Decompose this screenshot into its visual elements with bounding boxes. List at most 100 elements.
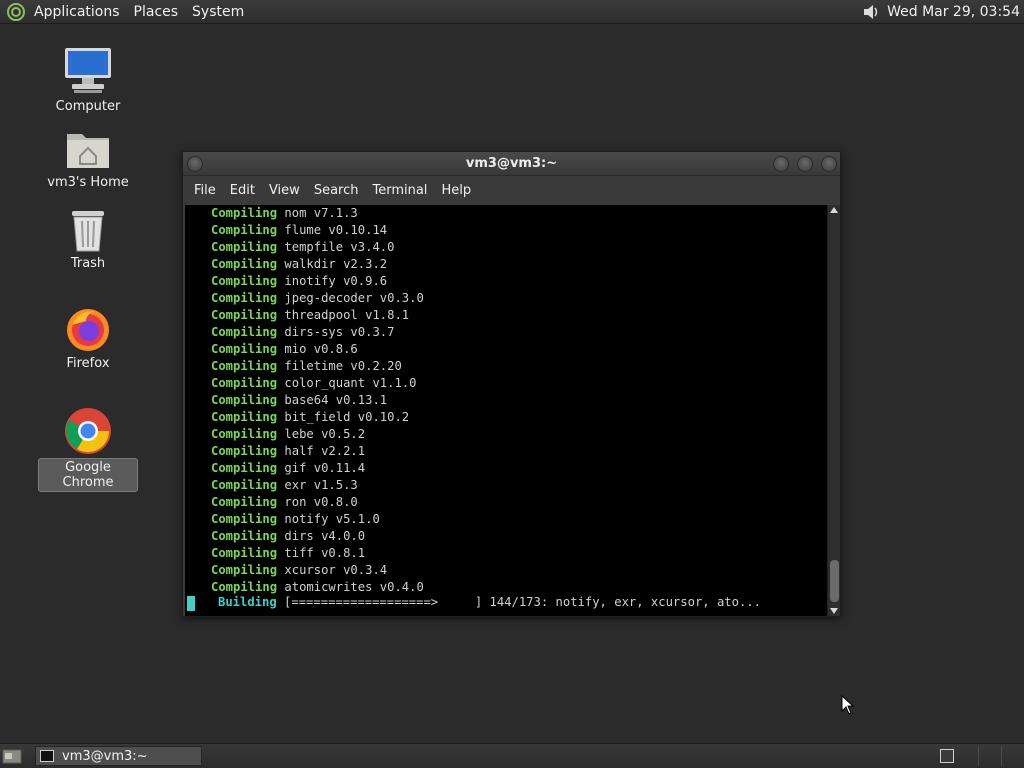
compiling-keyword: Compiling [211, 563, 278, 577]
desktop-icon-computer[interactable]: Computer [38, 44, 138, 115]
crate-name: ron v0.8.0 [284, 495, 358, 509]
menu-view[interactable]: View [262, 183, 307, 198]
terminal-line: Compiling xcursor v0.3.4 [211, 562, 424, 579]
crate-name: color_quant v1.1.0 [284, 376, 417, 390]
crate-name: inotify v0.9.6 [284, 274, 388, 288]
scroll-thumb[interactable] [830, 560, 839, 602]
mouse-pointer-icon [841, 695, 855, 715]
terminal-line: Compiling base64 v0.13.1 [211, 392, 424, 409]
volume-icon[interactable] [861, 2, 881, 22]
terminal-line: Compiling lebe v0.5.2 [211, 426, 424, 443]
workspace-switcher[interactable] [940, 749, 954, 763]
workspace-divider [978, 746, 979, 766]
crate-name: xcursor v0.3.4 [284, 563, 388, 577]
terminal-line: Compiling threadpool v1.8.1 [211, 307, 424, 324]
terminal-line: Compiling dirs-sys v0.3.7 [211, 324, 424, 341]
chrome-icon [65, 408, 111, 454]
menu-terminal[interactable]: Terminal [365, 183, 434, 198]
compiling-keyword: Compiling [211, 376, 278, 390]
compiling-keyword: Compiling [211, 274, 278, 288]
compiling-keyword: Compiling [211, 410, 278, 424]
crate-name: jpeg-decoder v0.3.0 [284, 291, 424, 305]
distro-logo-icon[interactable] [6, 2, 26, 22]
crate-name: dirs v4.0.0 [284, 529, 366, 543]
compiling-keyword: Compiling [211, 308, 278, 322]
crate-name: exr v1.5.3 [284, 478, 358, 492]
places-menu[interactable]: Places [134, 4, 179, 20]
compiling-keyword: Compiling [211, 529, 278, 543]
menu-edit[interactable]: Edit [223, 183, 262, 198]
compiling-keyword: Compiling [211, 478, 278, 492]
compiling-keyword: Compiling [211, 240, 278, 254]
desktop-icon-home[interactable]: vm3's Home [38, 126, 138, 191]
compiling-keyword: Compiling [211, 546, 278, 560]
terminal-line: Compiling inotify v0.9.6 [211, 273, 424, 290]
window-title: vm3@vm3:~ [465, 156, 558, 171]
desktop-icon-label: Google Chrome [38, 458, 138, 492]
compiling-keyword: Compiling [211, 257, 278, 271]
show-desktop-icon[interactable] [2, 747, 22, 765]
maximize-button[interactable] [797, 156, 813, 172]
clock[interactable]: Wed Mar 29, 03:54 [887, 4, 1020, 20]
compiling-keyword: Compiling [211, 427, 278, 441]
terminal-line: Compiling color_quant v1.1.0 [211, 375, 424, 392]
desktop-icon-chrome[interactable]: Google Chrome [38, 406, 138, 492]
workspace-divider [1001, 746, 1002, 766]
terminal-scrollbar[interactable] [827, 205, 840, 616]
home-folder-icon [67, 134, 109, 168]
crate-name: filetime v0.2.20 [284, 359, 402, 373]
window-titlebar[interactable]: vm3@vm3:~ [183, 152, 840, 176]
crate-name: bit_field v0.10.2 [284, 410, 410, 424]
terminal-line: Compiling flume v0.10.14 [211, 222, 424, 239]
crate-name: half v2.2.1 [284, 444, 366, 458]
terminal-line: Compiling exr v1.5.3 [211, 477, 424, 494]
terminal-line: Compiling mio v0.8.6 [211, 341, 424, 358]
crate-name: notify v5.1.0 [284, 512, 380, 526]
menu-file[interactable]: File [187, 183, 223, 198]
close-button[interactable] [821, 156, 837, 172]
desktop-icon-trash[interactable]: Trash [38, 207, 138, 272]
terminal-output[interactable]: Compiling nom v7.1.3 Compiling flume v0.1… [185, 205, 827, 616]
taskbar-label: vm3@vm3:~ [62, 748, 148, 764]
menu-search[interactable]: Search [307, 183, 366, 198]
terminal-line: Compiling tiff v0.8.1 [211, 545, 424, 562]
scroll-up-arrow-icon[interactable] [830, 207, 838, 213]
terminal-line: Compiling walkdir v2.3.2 [211, 256, 424, 273]
terminal-line: Compiling gif v0.11.4 [211, 460, 424, 477]
taskbar-terminal-button[interactable]: vm3@vm3:~ [35, 746, 202, 766]
bottom-panel: vm3@vm3:~ [0, 743, 1024, 768]
menu-help[interactable]: Help [434, 183, 478, 198]
terminal-icon [40, 750, 54, 762]
terminal-menubar: File Edit View Search Terminal Help [183, 176, 840, 204]
desktop-icon-label: Trash [70, 256, 106, 271]
compiling-keyword: Compiling [211, 206, 278, 220]
terminal-window[interactable]: vm3@vm3:~ File Edit View Search Terminal… [182, 151, 841, 617]
terminal-line: Compiling half v2.2.1 [211, 443, 424, 460]
terminal-line: Compiling ron v0.8.0 [211, 494, 424, 511]
terminal-line: Compiling tempfile v3.4.0 [211, 239, 424, 256]
trash-icon [72, 211, 104, 252]
minimize-button[interactable] [773, 156, 789, 172]
compiling-keyword: Compiling [211, 291, 278, 305]
system-menu[interactable]: System [192, 4, 244, 20]
crate-name: threadpool v1.8.1 [284, 308, 410, 322]
desktop-icon-label: Firefox [66, 356, 110, 371]
terminal-line: Compiling nom v7.1.3 [211, 205, 424, 222]
compiling-keyword: Compiling [211, 444, 278, 458]
build-status: [===================> ] 144/173: notify,… [284, 595, 761, 609]
desktop-icon-firefox[interactable]: Firefox [38, 305, 138, 372]
crate-name: base64 v0.13.1 [284, 393, 388, 407]
terminal-line: Compiling dirs v4.0.0 [211, 528, 424, 545]
scroll-down-arrow-icon[interactable] [830, 608, 838, 614]
crate-name: flume v0.10.14 [284, 223, 388, 237]
crate-name: dirs-sys v0.3.7 [284, 325, 395, 339]
compiling-keyword: Compiling [211, 580, 278, 594]
compiling-keyword: Compiling [211, 342, 278, 356]
compiling-keyword: Compiling [211, 359, 278, 373]
desktop-icon-label: Computer [55, 99, 121, 114]
crate-name: mio v0.8.6 [284, 342, 358, 356]
crate-name: tempfile v3.4.0 [284, 240, 395, 254]
crate-name: nom v7.1.3 [284, 206, 358, 220]
applications-menu[interactable]: Applications [34, 4, 120, 20]
terminal-lines: Compiling nom v7.1.3 Compiling flume v0.1… [211, 205, 424, 596]
